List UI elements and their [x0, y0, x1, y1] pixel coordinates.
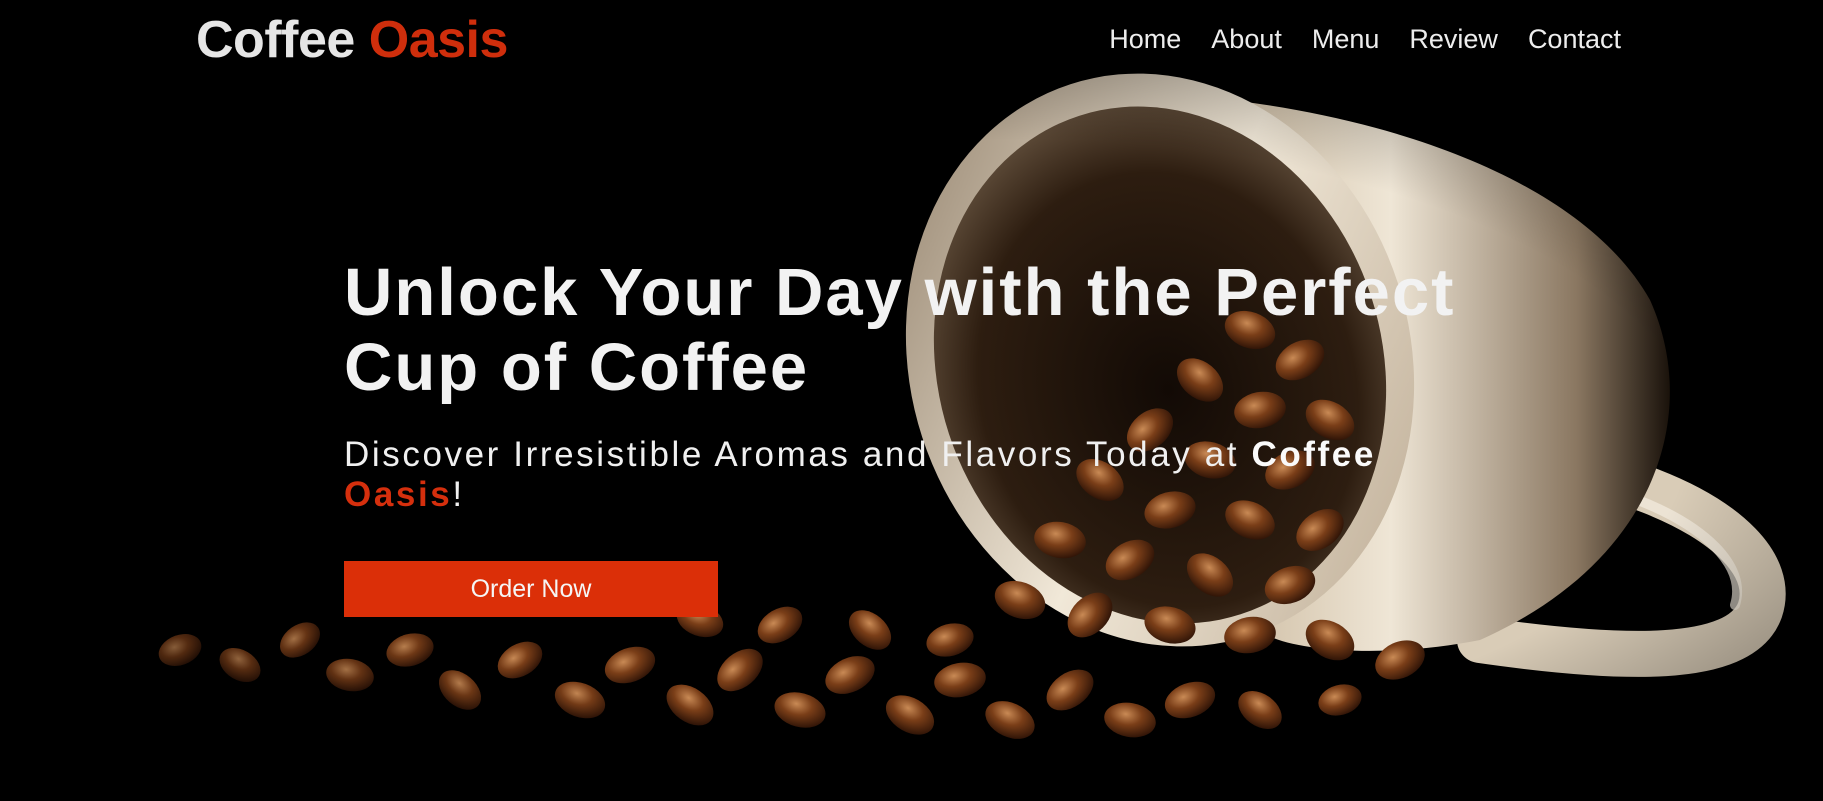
order-now-button[interactable]: Order Now [344, 561, 718, 617]
logo-text-first: Coffee [196, 11, 355, 69]
nav-link-menu[interactable]: Menu [1312, 24, 1380, 55]
nav-link-about[interactable]: About [1211, 24, 1282, 55]
nav-link-home[interactable]: Home [1109, 24, 1181, 55]
landing-page: Coffee Oasis Home About Menu Review Cont… [0, 0, 1823, 801]
hero-subtitle: Discover Irresistible Aromas and Flavors… [344, 435, 1484, 515]
nav-link-contact[interactable]: Contact [1528, 24, 1621, 55]
main-nav: Home About Menu Review Contact [1109, 24, 1621, 55]
hero-title: Unlock Your Day with the Perfect Cup of … [344, 255, 1456, 405]
hero-subtitle-brand-accent: Oasis [344, 475, 453, 514]
hero-subtitle-text: Discover Irresistible Aromas and Flavors… [344, 435, 1252, 474]
hero-content: Unlock Your Day with the Perfect Cup of … [344, 255, 1484, 515]
hero-subtitle-brand: Coffee [1251, 435, 1376, 474]
nav-link-review[interactable]: Review [1409, 24, 1498, 55]
logo-text-accent: Oasis [368, 11, 509, 69]
site-logo[interactable]: Coffee Oasis [196, 10, 508, 70]
hero-subtitle-suffix: ! [452, 475, 465, 514]
